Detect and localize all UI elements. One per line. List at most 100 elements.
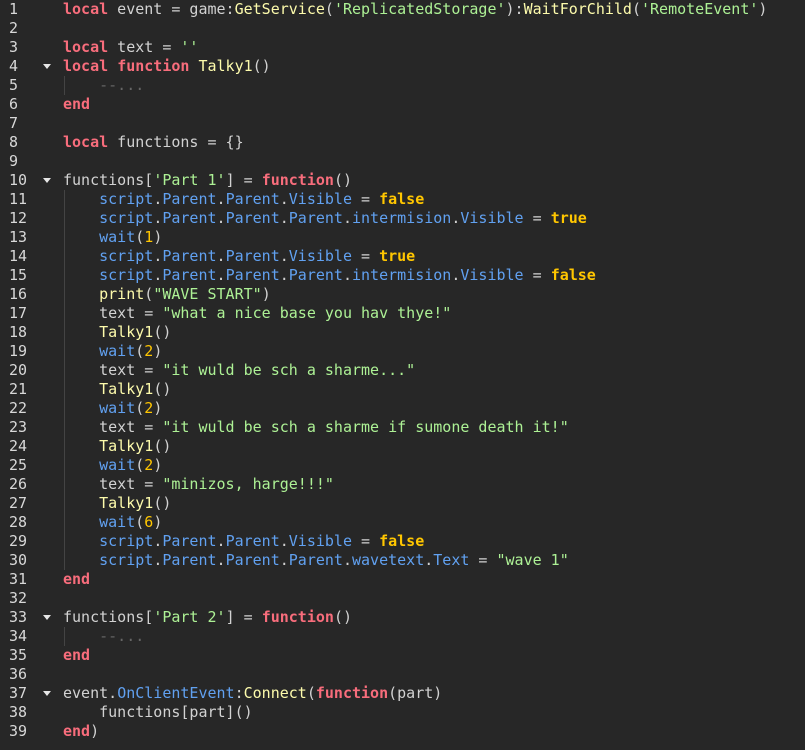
line-number: 7 [9, 114, 19, 132]
code-line[interactable]: Talky1() [63, 437, 805, 456]
code-line[interactable] [63, 589, 805, 608]
code-line[interactable]: script.Parent.Parent.Parent.intermision.… [63, 209, 805, 228]
code-line[interactable]: --... [63, 76, 805, 95]
code-line[interactable]: text = "what a nice base you hav thye!" [63, 304, 805, 323]
code-token: Parent [225, 551, 280, 569]
code-line[interactable]: text = "it wuld be sch a sharme if sumon… [63, 418, 805, 437]
code-token: functions[part]() [63, 703, 253, 721]
code-token: ( [306, 684, 316, 702]
code-line[interactable]: print("WAVE START") [63, 285, 805, 304]
code-line[interactable]: local function Talky1() [63, 57, 805, 76]
code-line[interactable] [63, 665, 805, 684]
code-line[interactable]: script.Parent.Parent.Visible = false [63, 190, 805, 209]
code-token: Parent [225, 266, 280, 284]
code-token: intermision [352, 209, 452, 227]
code-line[interactable]: Talky1() [63, 494, 805, 513]
code-token: ) [153, 456, 163, 474]
line-number: 20 [9, 361, 28, 379]
code-token: () [153, 437, 172, 455]
code-token: ( [324, 0, 334, 18]
code-line[interactable]: Talky1() [63, 323, 805, 342]
code-line[interactable]: --... [63, 627, 805, 646]
code-token: Parent [162, 209, 217, 227]
code-line[interactable]: wait(2) [63, 342, 805, 361]
code-line[interactable]: script.Parent.Parent.Visible = false [63, 532, 805, 551]
code-line[interactable]: local functions = {} [63, 133, 805, 152]
line-number: 10 [9, 171, 28, 189]
code-line[interactable]: event.OnClientEvent:Connect(function(par… [63, 684, 805, 703]
code-line[interactable]: text = "minizos, harge!!!" [63, 475, 805, 494]
code-token: ) [758, 0, 768, 18]
code-token: Talky1 [99, 380, 154, 398]
code-token: "it wuld be sch a sharme if sumone death… [162, 418, 569, 436]
code-token: . [279, 190, 289, 208]
code-token: wait [99, 342, 136, 360]
code-token: ) [153, 513, 163, 531]
code-token: functions = {} [108, 133, 244, 151]
code-line[interactable]: end [63, 95, 805, 114]
code-area[interactable]: local event = game:GetService('Replicate… [63, 0, 805, 750]
code-token: () [333, 171, 352, 189]
code-token: end [63, 570, 91, 588]
line-number-row: 18 [0, 323, 56, 342]
code-line[interactable] [63, 152, 805, 171]
code-line[interactable]: local text = '' [63, 38, 805, 57]
code-line[interactable]: wait(6) [63, 513, 805, 532]
code-line[interactable]: functions['Part 2'] = function() [63, 608, 805, 627]
code-token: ) [90, 722, 100, 740]
line-number: 19 [9, 342, 28, 360]
line-number: 16 [9, 285, 28, 303]
code-token: event = game: [108, 0, 235, 18]
code-token: 6 [144, 513, 154, 531]
code-token: ( [135, 228, 145, 246]
code-token: "wave 1" [496, 551, 569, 569]
code-token: wait [99, 228, 136, 246]
code-token: Talky1 [198, 57, 253, 75]
code-token: () [153, 380, 172, 398]
code-token: wavetext [352, 551, 425, 569]
code-line[interactable]: text = "it wuld be sch a sharme..." [63, 361, 805, 380]
code-line[interactable]: end [63, 646, 805, 665]
fold-arrow-icon[interactable] [43, 615, 51, 620]
code-editor[interactable]: 1 2 3 4 5 6 7 8 9 10 11 12 13 14 15 16 17 18 19 20 21 22 23 24 2… [0, 0, 805, 750]
fold-arrow-icon[interactable] [43, 178, 51, 183]
code-token: = [523, 266, 551, 284]
code-line[interactable]: functions['Part 1'] = function() [63, 171, 805, 190]
code-token: WaitForChild [523, 0, 632, 18]
code-line[interactable]: wait(1) [63, 228, 805, 247]
code-token: Parent [162, 532, 217, 550]
code-line[interactable] [63, 19, 805, 38]
code-line[interactable]: functions[part]() [63, 703, 805, 722]
line-number-row: 9 [0, 152, 56, 171]
code-token: 'ReplicatedStorage' [333, 0, 506, 18]
code-token: false [379, 532, 425, 550]
code-token: Talky1 [99, 323, 154, 341]
code-line[interactable]: wait(2) [63, 399, 805, 418]
code-line[interactable] [63, 114, 805, 133]
code-token: local [63, 0, 109, 18]
code-token: event. [63, 684, 118, 702]
code-token: . [342, 551, 352, 569]
code-token: : [234, 684, 244, 702]
code-line[interactable]: script.Parent.Parent.Parent.intermision.… [63, 266, 805, 285]
line-number: 24 [9, 437, 28, 455]
code-token: Parent [162, 247, 217, 265]
code-line[interactable]: wait(2) [63, 456, 805, 475]
line-number: 21 [9, 380, 28, 398]
code-line[interactable]: end) [63, 722, 805, 741]
code-token: "what a nice base you hav thye!" [162, 304, 452, 322]
code-line[interactable]: script.Parent.Parent.Visible = true [63, 247, 805, 266]
code-token: () [153, 323, 172, 341]
line-number: 25 [9, 456, 28, 474]
line-number: 38 [9, 703, 28, 721]
fold-arrow-icon[interactable] [43, 691, 51, 696]
code-line[interactable]: local event = game:GetService('Replicate… [63, 0, 805, 19]
code-line[interactable]: end [63, 570, 805, 589]
code-line[interactable]: script.Parent.Parent.Parent.wavetext.Tex… [63, 551, 805, 570]
fold-arrow-icon[interactable] [43, 64, 51, 69]
code-line[interactable]: Talky1() [63, 380, 805, 399]
